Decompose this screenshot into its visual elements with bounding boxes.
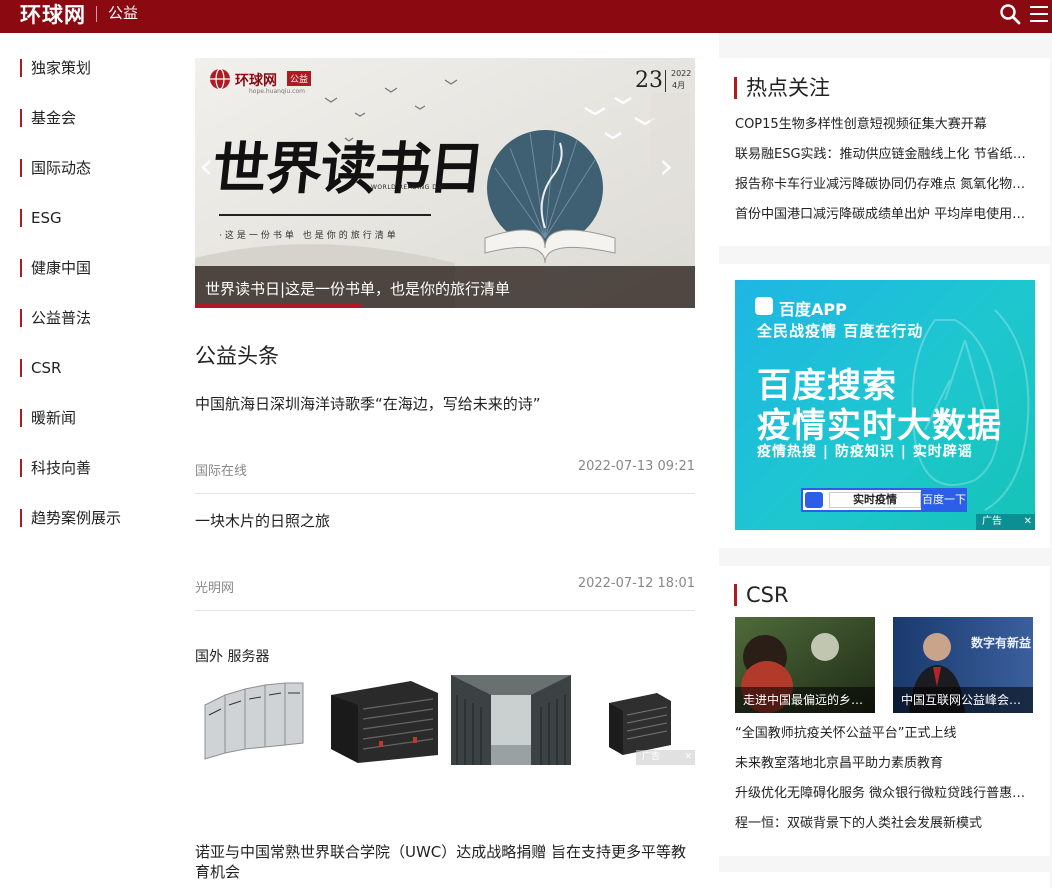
banner-title-art: 世界读书日 bbox=[209, 136, 486, 202]
baidu-paw-icon bbox=[805, 492, 823, 508]
ad-tags: 疫情热搜 | 防疫知识 | 实时辟谣 bbox=[757, 444, 973, 460]
ad-badge: 广告 ✕ bbox=[976, 514, 1035, 530]
server-image-1[interactable] bbox=[195, 675, 315, 765]
banner-progress bbox=[195, 304, 361, 307]
news-divider bbox=[195, 493, 695, 494]
sidebar-item-health[interactable]: 健康中国 bbox=[20, 259, 91, 277]
close-icon[interactable]: ✕ bbox=[1024, 514, 1032, 530]
banner-title-english: WORLD READING DAY bbox=[371, 184, 446, 191]
sidebar-item-tech[interactable]: 科技向善 bbox=[20, 459, 91, 477]
sidebar-item-warm-news[interactable]: 暖新闻 bbox=[20, 409, 76, 427]
banner-caption-bar[interactable]: 世界读书日|这是一份书单，也是你的旅行清单 bbox=[195, 266, 695, 308]
banner-caption[interactable]: 世界读书日|这是一份书单，也是你的旅行清单 bbox=[205, 278, 510, 299]
left-sidebar: 独家策划 基金会 国际动态 ESG 健康中国 公益普法 CSR 暖新闻 科技向善… bbox=[0, 33, 170, 888]
next-panel bbox=[719, 872, 1050, 888]
chevron-right-icon[interactable]: › bbox=[659, 146, 673, 187]
baidu-paw-icon bbox=[755, 297, 773, 315]
baidu-ad-banner[interactable]: 百度APP 全民战疫情 百度在行动 百度搜索 疫情实时大数据 疫情热搜 | 防疫… bbox=[735, 280, 1035, 530]
banner-year: 2022 bbox=[671, 69, 692, 78]
baidu-app-label: 百度APP bbox=[755, 296, 847, 320]
news-source: 国际在线 bbox=[195, 464, 248, 479]
section-heading-headlines: 公益头条 bbox=[195, 344, 279, 368]
channel-name[interactable]: 公益 bbox=[108, 4, 138, 22]
csr-card[interactable]: 走进中国最偏远的乡村学校 bbox=[735, 617, 875, 713]
ad-search-box[interactable]: 实时疫情 百度一下 bbox=[801, 488, 967, 512]
server-image-2[interactable] bbox=[323, 675, 443, 765]
ad-slogan: 全民战疫情 百度在行动 bbox=[757, 322, 924, 340]
top-header: 环球网 公益 bbox=[0, 0, 1052, 33]
csr-link[interactable]: 程一恒：双碳背景下的人类社会发展新模式 bbox=[735, 815, 1035, 833]
chevron-left-icon[interactable]: ‹ bbox=[199, 146, 213, 187]
ad-headline-2: 疫情实时大数据 bbox=[757, 406, 1002, 446]
news-title[interactable]: 一块木片的日照之旅 bbox=[195, 511, 695, 531]
sidebar-item-foundation[interactable]: 基金会 bbox=[20, 109, 76, 127]
sidebar-item-csr[interactable]: CSR bbox=[20, 359, 61, 377]
ad-badge: 广告 ✕ bbox=[636, 750, 695, 765]
sidebar-item-trends[interactable]: 趋势案例展示 bbox=[20, 509, 121, 527]
news-time: 2022-07-12 18:01 bbox=[577, 576, 695, 591]
ad-heading[interactable]: 国外 服务器 bbox=[195, 646, 269, 666]
section-heading-csr: CSR bbox=[734, 584, 789, 606]
news-time: 2022-07-13 09:21 bbox=[577, 459, 695, 474]
csr-link[interactable]: 升级优化无障碍化服务 微众银行微粒贷践行普惠金融 bbox=[735, 785, 1035, 803]
csr-card-caption[interactable]: 走进中国最偏远的乡村学校 bbox=[735, 687, 875, 713]
news-source: 光明网 bbox=[195, 581, 235, 596]
logo-divider bbox=[96, 6, 97, 22]
csr-link[interactable]: “全国教师抗疫关怀公益平台”正式上线 bbox=[735, 725, 1035, 743]
site-logo[interactable]: 环球网 bbox=[20, 2, 86, 28]
sidebar-item-exclusive[interactable]: 独家策划 bbox=[20, 59, 91, 77]
banner-carousel[interactable]: 环球网 公益 hope.huanqiu.com 23 2022 4月 世界读书日… bbox=[195, 58, 695, 308]
globe-icon bbox=[210, 68, 230, 90]
close-icon[interactable]: ✕ bbox=[684, 750, 692, 765]
sidebar-item-esg[interactable]: ESG bbox=[20, 209, 62, 227]
ad-search-button[interactable]: 百度一下 bbox=[921, 490, 967, 510]
banner-rule bbox=[219, 214, 431, 216]
search-icon[interactable] bbox=[998, 2, 1022, 26]
server-image-3[interactable] bbox=[451, 675, 571, 765]
hot-link[interactable]: 报告称卡车行业减污降碳协同仍存难点 氮氧化物排放问题突出 bbox=[735, 176, 1035, 194]
hot-link[interactable]: 首份中国港口减污降碳成绩单出炉 平均岸电使用率提升 bbox=[735, 206, 1035, 224]
section-heading-hot: 热点关注 bbox=[734, 77, 830, 99]
hot-link[interactable]: COP15生物多样性创意短视频征集大赛开幕 bbox=[735, 116, 1035, 134]
sidebar-item-law[interactable]: 公益普法 bbox=[20, 309, 91, 327]
news-title[interactable]: 诺亚与中国常熟世界联合学院（UWC）达成战略捐赠 旨在支持更多平等教育机会 bbox=[195, 842, 695, 882]
sidebar-item-international[interactable]: 国际动态 bbox=[20, 159, 91, 177]
ad-search-input[interactable]: 实时疫情 bbox=[829, 492, 921, 508]
svg-text:数字有新益: 数字有新益 bbox=[971, 635, 1031, 650]
news-divider bbox=[195, 610, 695, 611]
csr-card-caption[interactable]: 中国互联网公益峰会召开 bbox=[893, 687, 1033, 713]
news-title[interactable]: 中国航海日深圳海洋诗歌季“在海边，写给未来的诗” bbox=[195, 394, 695, 414]
menu-icon[interactable] bbox=[1028, 3, 1050, 25]
banner-subtitle: ·这是一份书单 也是你的旅行清单 bbox=[219, 231, 399, 241]
csr-card[interactable]: 数字有新益 中国互联网公益峰会召开 bbox=[893, 617, 1033, 713]
csr-link[interactable]: 未来教室落地北京昌平助力素质教育 bbox=[735, 755, 1035, 773]
hot-link[interactable]: 联易融ESG实践：推动供应链金融线上化 节省纸张约1.2亿张 bbox=[735, 146, 1035, 164]
